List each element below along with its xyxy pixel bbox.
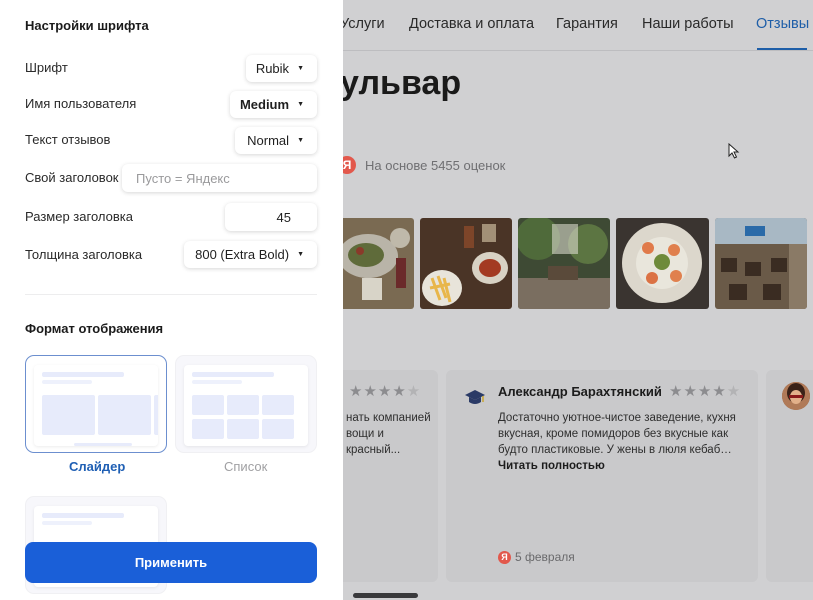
preview-card xyxy=(192,395,224,415)
preview-bar xyxy=(42,521,92,525)
settings-panel: Настройки шрифта Шрифт Rubik ▼ Имя польз… xyxy=(0,0,343,600)
font-select-value: Rubik xyxy=(255,61,290,76)
graduation-cap-icon xyxy=(465,390,485,404)
format-label-list[interactable]: Список xyxy=(224,459,267,474)
panel-divider xyxy=(25,294,317,295)
preview-card xyxy=(262,419,294,439)
review-text-line: вкусная, кроме помидоров без вкусные как xyxy=(498,428,729,440)
page-title: ульвар xyxy=(340,64,462,102)
review-card[interactable]: Александр Барахтянский ★★★★★ Достаточно … xyxy=(446,370,758,582)
review-text-weight-value: Normal xyxy=(247,133,290,148)
yandex-logo-icon: Я xyxy=(498,551,511,564)
review-text: Достаточно уютное-чистое заведение, кухн… xyxy=(498,410,736,474)
review-author: Александр Барахтянский xyxy=(498,384,662,399)
font-select[interactable]: Rubik ▼ xyxy=(246,55,317,82)
review-text-line: вощи и xyxy=(346,428,384,440)
nav-item-services[interactable]: Услуги xyxy=(340,16,385,32)
title-size-input[interactable]: 45 xyxy=(225,203,317,231)
preview-card xyxy=(227,419,259,439)
title-weight-select[interactable]: 800 (Extra Bold) ▼ xyxy=(184,241,317,268)
photo-fries[interactable] xyxy=(420,218,512,309)
format-option-slider[interactable] xyxy=(25,355,167,453)
nav-item-warranty[interactable]: Гарантия xyxy=(556,16,618,32)
username-weight-select[interactable]: Medium ▼ xyxy=(230,91,317,118)
review-text-line: Достаточно уютное-чистое заведение, кухн… xyxy=(498,412,736,424)
preview-bar xyxy=(42,513,124,518)
review-text-weight-select[interactable]: Normal ▼ xyxy=(235,127,317,154)
preview-card xyxy=(227,395,259,415)
review-stars: ★★★★★ xyxy=(669,383,742,400)
preview-card xyxy=(98,395,151,435)
photo-salad[interactable] xyxy=(340,218,414,309)
mouse-cursor-icon xyxy=(728,143,740,159)
username-label: Имя пользователя xyxy=(25,96,137,111)
panel-title: Настройки шрифта xyxy=(25,18,149,33)
preview-bar xyxy=(42,380,92,384)
format-option-list[interactable] xyxy=(175,355,317,453)
caret-down-icon: ▼ xyxy=(297,137,304,144)
display-format-title: Формат отображения xyxy=(25,321,164,336)
preview-card xyxy=(192,419,224,439)
custom-title-label: Свой заголовок xyxy=(25,170,119,185)
slider-preview xyxy=(34,365,158,446)
photo-shrimp-salad[interactable] xyxy=(616,218,709,309)
review-text-line: нать компанией xyxy=(346,412,431,424)
custom-title-placeholder: Пусто = Яндекс xyxy=(136,170,230,186)
photo-interior[interactable] xyxy=(715,218,807,309)
review-date-text: 5 февраля xyxy=(515,550,575,564)
rating-count-text: На основе 5455 оценок xyxy=(365,158,506,173)
preview-card xyxy=(154,395,158,435)
list-preview xyxy=(184,365,308,446)
review-text-line: красный... xyxy=(346,444,401,456)
nav-divider xyxy=(340,50,813,51)
nav-item-delivery[interactable]: Доставка и оплата xyxy=(409,16,534,32)
caret-down-icon: ▼ xyxy=(297,251,304,258)
caret-down-icon: ▼ xyxy=(297,65,304,72)
preview-bar xyxy=(42,372,124,377)
photo-strip xyxy=(340,218,813,310)
nav-item-reviews[interactable]: Отзывы xyxy=(756,16,809,32)
avatar xyxy=(782,382,810,410)
photo-terrace[interactable] xyxy=(518,218,610,309)
preview-scroll xyxy=(74,443,132,446)
nav-active-underline xyxy=(757,48,807,50)
title-size-value: 45 xyxy=(276,209,291,225)
review-card-partial-right[interactable] xyxy=(766,370,813,582)
review-card-partial[interactable]: ★★★★★ нать компанией вощи и красный... xyxy=(333,370,438,582)
title-size-label: Размер заголовка xyxy=(25,209,133,224)
review-text: нать компанией вощи и красный... xyxy=(346,410,431,458)
preview-card xyxy=(42,395,95,435)
font-label: Шрифт xyxy=(25,60,68,75)
horizontal-scrollbar[interactable] xyxy=(353,593,418,598)
top-nav: Услуги Доставка и оплата Гарантия Наши р… xyxy=(340,14,813,36)
caret-down-icon: ▼ xyxy=(297,101,304,108)
review-text-label: Текст отзывов xyxy=(25,132,111,147)
username-weight-value: Medium xyxy=(239,97,290,112)
custom-title-input[interactable]: Пусто = Яндекс xyxy=(122,164,317,192)
review-text-line: будто пластиковые. У жены в люля кебаб… xyxy=(498,444,732,456)
title-weight-value: 800 (Extra Bold) xyxy=(195,247,290,262)
format-label-slider[interactable]: Слайдер xyxy=(69,459,125,474)
nav-item-works[interactable]: Наши работы xyxy=(642,16,734,32)
preview-card xyxy=(262,395,294,415)
read-more-link[interactable]: Читать полностью xyxy=(498,458,736,474)
preview-bar xyxy=(192,380,242,384)
title-weight-label: Толщина заголовка xyxy=(25,247,143,262)
review-stars: ★★★★★ xyxy=(349,383,422,400)
apply-button[interactable]: Применить xyxy=(25,542,317,583)
preview-bar xyxy=(192,372,274,377)
